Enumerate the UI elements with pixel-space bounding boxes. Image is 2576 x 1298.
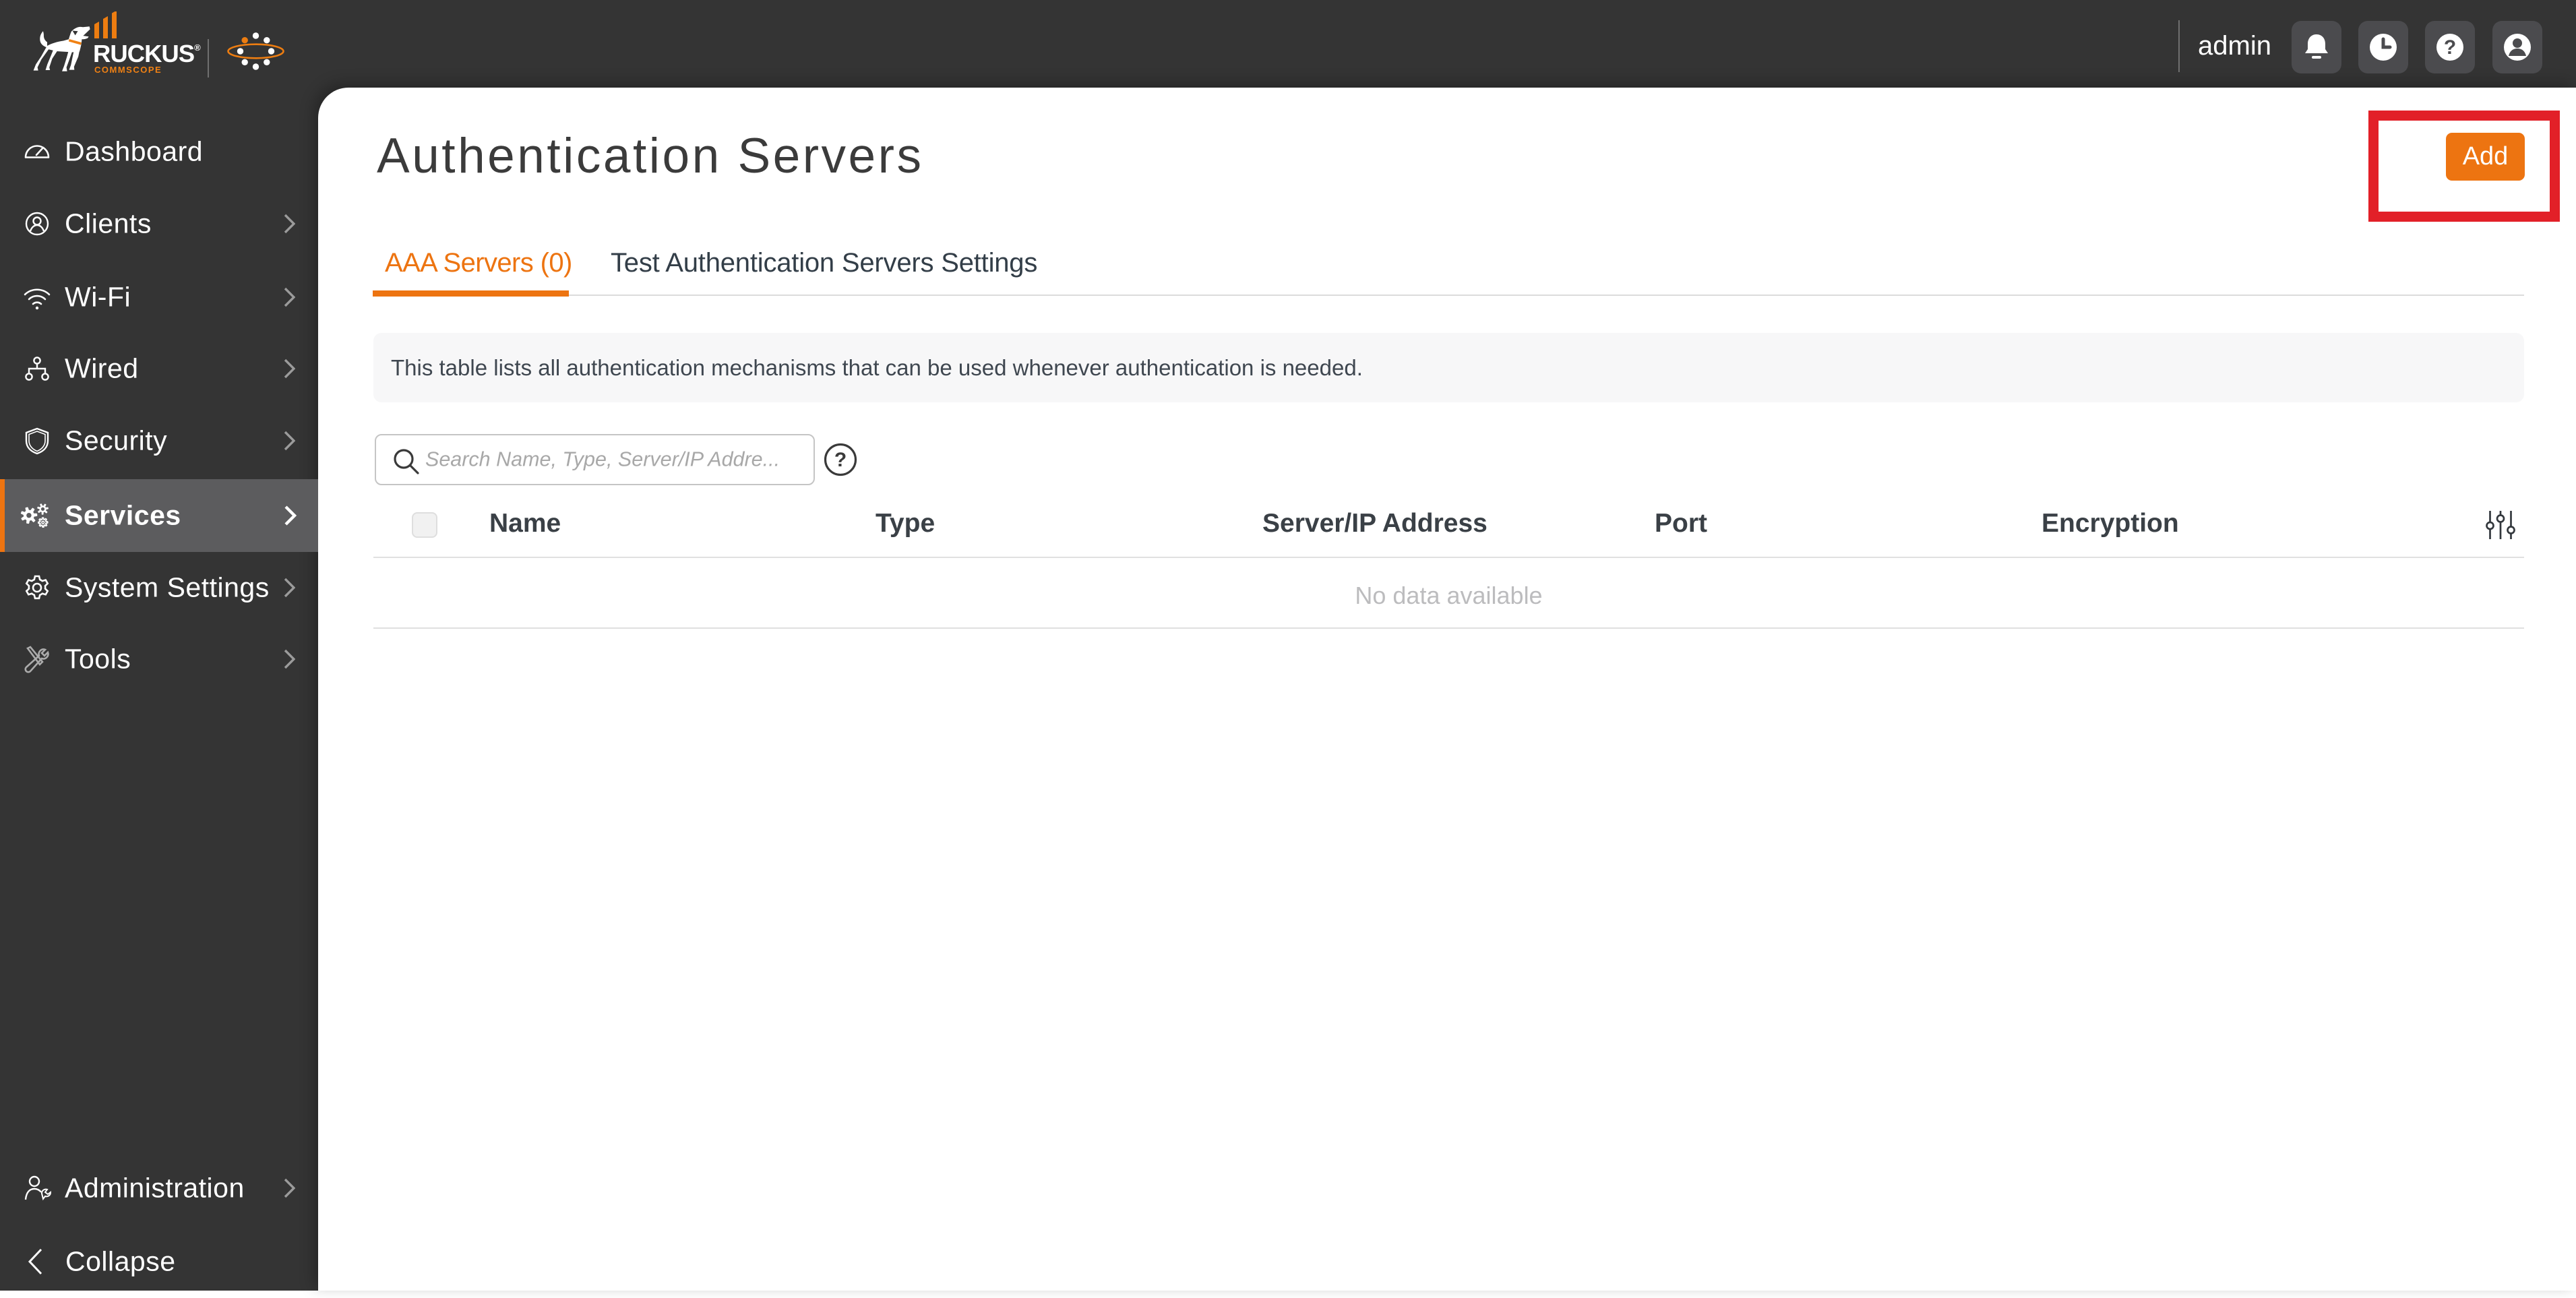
svg-text:?: ? <box>2444 36 2456 59</box>
svg-text:?: ? <box>834 449 847 471</box>
